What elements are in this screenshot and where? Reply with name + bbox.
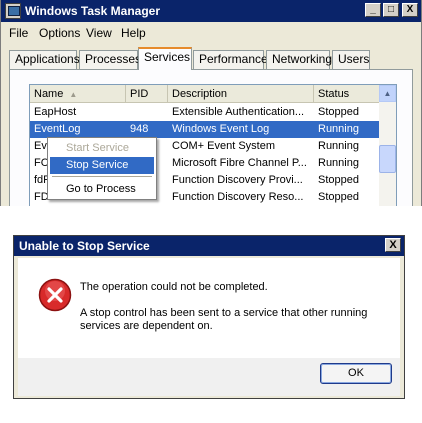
error-detail-line-1: A stop control has been sent to a servic…	[80, 307, 368, 319]
menu-view[interactable]: View	[86, 26, 112, 40]
dialog-body: The operation could not be completed. A …	[18, 258, 400, 358]
window-title: Windows Task Manager	[25, 4, 161, 18]
tab-users[interactable]: Users	[332, 50, 370, 69]
sort-ascending-icon: ▲	[69, 90, 78, 99]
context-menu: Start Service Stop Service Go to Process	[47, 137, 157, 200]
service-row[interactable]: EapHost Extensible Authentication... Sto…	[30, 104, 380, 121]
menu-item-start-service[interactable]: Start Service	[50, 140, 154, 157]
dialog-title-bar[interactable]: Unable to Stop Service X	[14, 236, 404, 256]
menu-item-go-to-process[interactable]: Go to Process	[50, 181, 154, 198]
column-header-description[interactable]: Description	[168, 85, 314, 103]
column-header-name[interactable]: Name ▲	[30, 85, 126, 103]
dialog-title: Unable to Stop Service	[19, 239, 150, 253]
service-status: Stopped	[318, 174, 359, 186]
service-description: Windows Event Log	[172, 123, 270, 135]
tab-performance[interactable]: Performance	[193, 50, 268, 69]
service-status: Stopped	[318, 191, 359, 203]
error-dialog: Unable to Stop Service X The operation c…	[13, 235, 405, 399]
menu-help[interactable]: Help	[121, 26, 146, 40]
service-description: COM+ Event System	[172, 140, 276, 152]
menu-file[interactable]: File	[9, 26, 28, 40]
error-icon	[38, 278, 72, 312]
minimize-button[interactable]: _	[365, 3, 381, 17]
service-pid: 948	[130, 123, 149, 135]
tab-services[interactable]: Services	[138, 47, 192, 70]
service-description: Function Discovery Reso...	[172, 191, 304, 203]
service-status: Running	[318, 140, 359, 152]
dialog-close-button[interactable]: X	[385, 238, 401, 252]
error-detail-line-2: services are dependent on.	[80, 320, 213, 332]
error-message: The operation could not be completed.	[80, 281, 268, 293]
scroll-up-icon[interactable]: ▲	[379, 85, 396, 102]
scroll-thumb[interactable]	[379, 145, 396, 173]
maximize-button[interactable]: □	[383, 3, 399, 17]
service-status: Running	[318, 123, 359, 135]
service-status: Running	[318, 157, 359, 169]
task-manager-app-icon	[5, 3, 21, 19]
close-button[interactable]: X	[402, 3, 418, 17]
tab-processes[interactable]: Processes	[79, 50, 141, 69]
menu-bar: File Options View Help	[1, 22, 421, 42]
vertical-scrollbar[interactable]: ▲	[379, 85, 396, 206]
task-manager-window: Windows Task Manager _ □ X File Options …	[0, 0, 422, 206]
service-description: Extensible Authentication...	[172, 106, 305, 118]
service-description: Function Discovery Provi...	[172, 174, 303, 186]
tab-applications[interactable]: Applications	[9, 50, 80, 69]
column-header-pid[interactable]: PID	[126, 85, 168, 103]
service-name: EapHost	[34, 106, 77, 118]
title-bar[interactable]: Windows Task Manager _ □ X	[1, 0, 421, 22]
menu-separator	[52, 176, 152, 177]
ok-button[interactable]: OK	[320, 363, 392, 384]
menu-item-stop-service[interactable]: Stop Service	[50, 157, 154, 174]
tab-networking[interactable]: Networking	[266, 50, 332, 69]
service-status: Stopped	[318, 106, 359, 118]
menu-options[interactable]: Options	[39, 26, 80, 40]
service-name: EventLog	[34, 123, 81, 135]
dialog-footer: OK	[18, 358, 400, 396]
list-header: Name ▲ PID Description Status	[30, 85, 380, 103]
service-row-selected[interactable]: EventLog 948 Windows Event Log Running	[30, 121, 380, 138]
column-header-status[interactable]: Status	[314, 85, 380, 103]
service-description: Microsoft Fibre Channel P...	[172, 157, 307, 169]
